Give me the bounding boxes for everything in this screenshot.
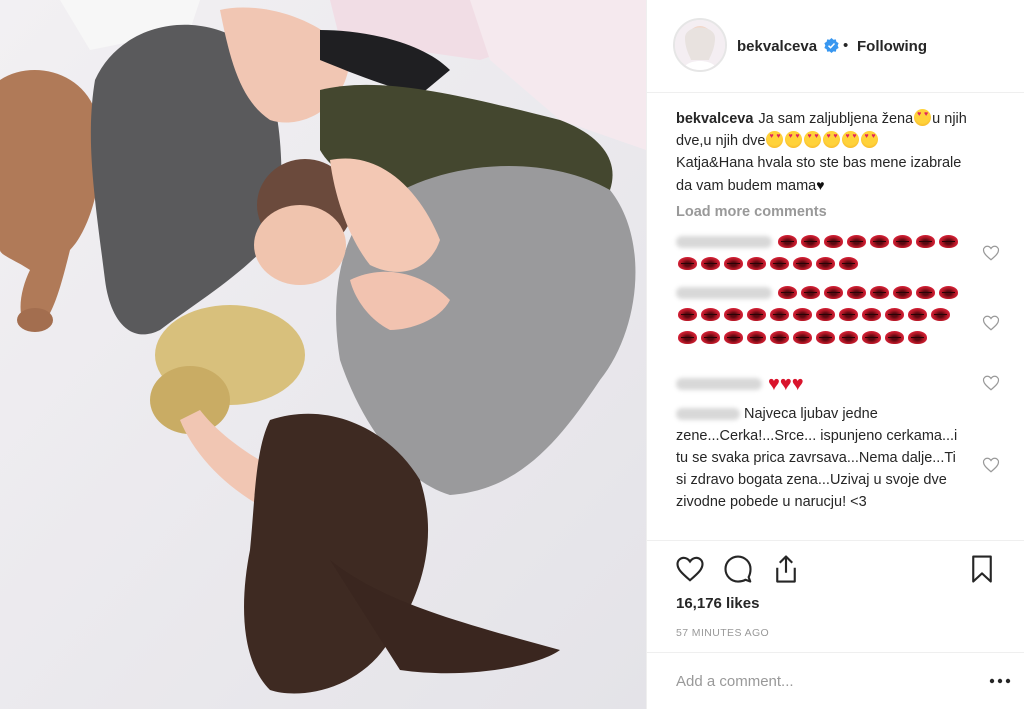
photo-illustration [0, 0, 646, 709]
comment-username[interactable] [676, 408, 740, 421]
kiss-emoji-icon [862, 308, 881, 322]
follow-separator: • [843, 37, 849, 54]
avatar[interactable] [673, 18, 727, 72]
kiss-emoji-icon [724, 308, 743, 322]
kiss-emoji-icon [916, 235, 935, 249]
more-dots-icon[interactable] [989, 677, 1011, 685]
comment-username[interactable] [676, 378, 762, 391]
kiss-emoji-icon [893, 286, 912, 300]
kiss-emoji-icon [724, 257, 743, 271]
post-header: bekvalceva • Following [647, 0, 1024, 93]
kiss-emoji-icon [678, 257, 697, 271]
load-more-comments-button[interactable]: Load more comments [676, 204, 827, 220]
heart-eyes-emoji-icon [804, 131, 822, 148]
kiss-emoji-icon [778, 286, 797, 300]
heart-eyes-emoji-icon [823, 131, 841, 148]
kiss-emoji-icon [816, 330, 835, 344]
kiss-emoji-icon [824, 235, 843, 249]
post-side-panel: bekvalceva • Following bekvalceva Ja sam … [647, 0, 1024, 709]
kiss-emoji-icon [793, 330, 812, 344]
post-actions: 16,176 likes 57 MINUTES AGO [647, 540, 1024, 652]
kiss-emoji-icon [701, 330, 720, 344]
kiss-emoji-icon [847, 286, 866, 300]
post-caption: bekvalcevaJa sam zaljubljena ženau njih … [676, 108, 976, 197]
kiss-emoji-icon [770, 308, 789, 322]
comment-bubble-icon[interactable] [723, 554, 753, 584]
kiss-emoji-icon [893, 235, 912, 249]
comment-item: ♥♥♥ [676, 373, 966, 395]
heart-eyes-emoji-icon [914, 109, 932, 126]
following-button[interactable]: Following [857, 38, 927, 55]
comment-item [676, 231, 966, 275]
red-hearts-icon: ♥♥♥ [768, 373, 804, 395]
kiss-emoji-icon [747, 330, 766, 344]
kiss-emoji-icon [839, 308, 858, 322]
kiss-emoji-icon [701, 257, 720, 271]
bookmark-icon[interactable] [967, 554, 997, 584]
add-comment-bar [647, 652, 1024, 709]
kiss-emoji-icon [678, 330, 697, 344]
kiss-emoji-icon [801, 286, 820, 300]
kiss-emoji-icon [701, 308, 720, 322]
kiss-emoji-icon [824, 286, 843, 300]
kiss-emoji-icon [801, 235, 820, 249]
comment-like-icon[interactable] [982, 314, 1000, 332]
kiss-emoji-icon [939, 286, 958, 300]
heart-eyes-emoji-icon [861, 131, 879, 148]
kiss-emoji-icon [816, 308, 835, 322]
kiss-emoji-icon [931, 308, 950, 322]
comment-item: Najveca ljubav jedne zene...Cerka!...Src… [676, 403, 966, 513]
comment-item [676, 282, 966, 349]
comment-like-icon[interactable] [982, 374, 1000, 392]
kiss-emoji-icon [870, 235, 889, 249]
add-comment-input[interactable] [676, 669, 966, 693]
comments-fade [647, 520, 1024, 540]
share-icon[interactable] [771, 554, 801, 584]
kiss-emoji-icon [816, 257, 835, 271]
heart-eyes-emoji-icon [842, 131, 860, 148]
kiss-emoji-icon [885, 330, 904, 344]
comment-text: Najveca ljubav jedne zene...Cerka!...Src… [676, 406, 958, 510]
caption-text-1: Ja sam zaljubljena žena [758, 111, 914, 127]
kiss-emoji-icon [770, 330, 789, 344]
verified-badge-icon [824, 38, 839, 53]
kiss-emoji-icon [678, 308, 697, 322]
heart-eyes-emoji-icon [766, 131, 784, 148]
kiss-emoji-icon [778, 235, 797, 249]
comments-list[interactable]: bekvalcevaJa sam zaljubljena ženau njih … [647, 94, 1024, 540]
kiss-emoji-icon [847, 235, 866, 249]
kiss-emoji-icon [770, 257, 789, 271]
heart-eyes-emoji-icon [785, 131, 803, 148]
kiss-emoji-icon [724, 330, 743, 344]
comment-like-icon[interactable] [982, 456, 1000, 474]
kiss-emoji-icon [747, 308, 766, 322]
kiss-emoji-icon [916, 286, 935, 300]
comment-username[interactable] [676, 236, 772, 249]
likes-count[interactable]: 16,176 likes [676, 595, 759, 612]
heart-outline-icon[interactable] [675, 554, 705, 584]
post-photo[interactable] [0, 0, 646, 709]
kiss-emoji-icon [908, 308, 927, 322]
kiss-emoji-icon [839, 257, 858, 271]
kiss-emoji-icon [885, 308, 904, 322]
kiss-emoji-icon [839, 330, 858, 344]
post-timestamp[interactable]: 57 MINUTES AGO [676, 627, 769, 639]
post-username[interactable]: bekvalceva [737, 38, 817, 55]
kiss-emoji-icon [793, 308, 812, 322]
kiss-emoji-icon [908, 330, 927, 344]
kiss-emoji-icon [939, 235, 958, 249]
kiss-emoji-icon [747, 257, 766, 271]
kiss-emoji-icon [862, 330, 881, 344]
kiss-emoji-icon [870, 286, 889, 300]
comment-like-icon[interactable] [982, 244, 1000, 262]
comment-username[interactable] [676, 287, 772, 300]
caption-username[interactable]: bekvalceva [676, 111, 753, 127]
kiss-emoji-icon [793, 257, 812, 271]
black-heart-icon: ♥ [816, 177, 825, 193]
